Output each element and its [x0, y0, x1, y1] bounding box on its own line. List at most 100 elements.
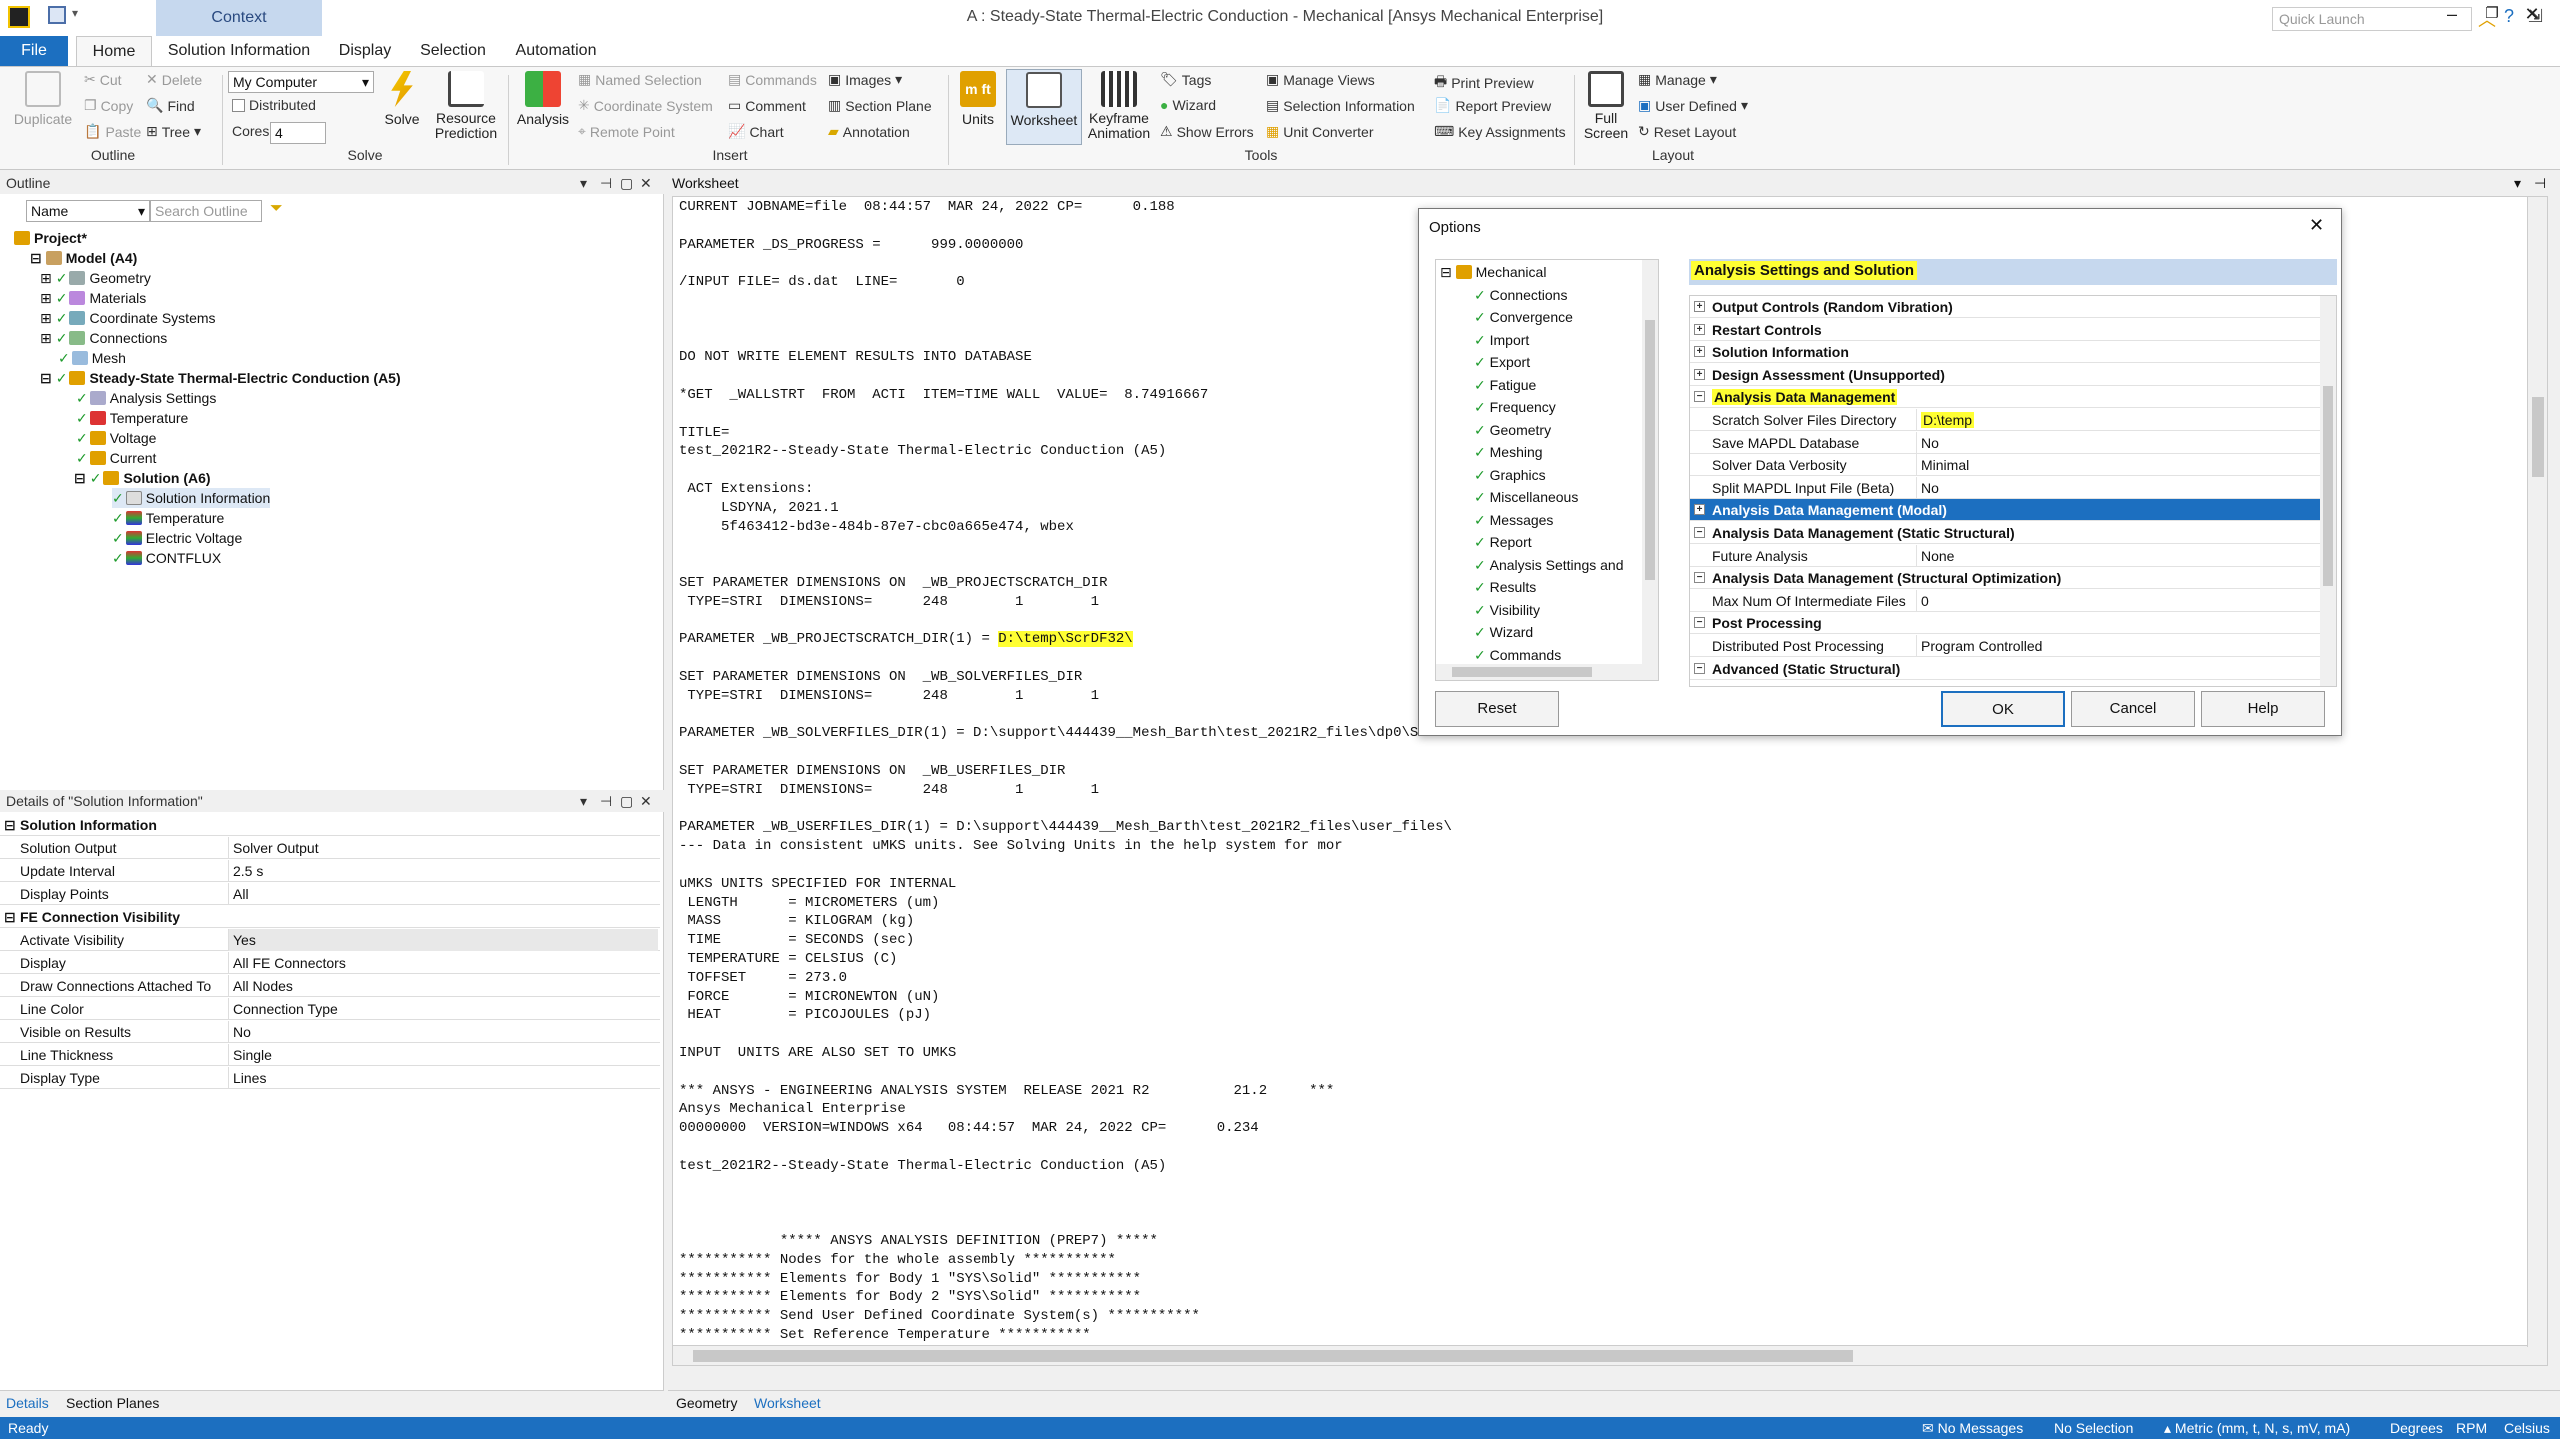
tree-item-project[interactable]: Project*	[14, 228, 87, 248]
option-value[interactable]: None	[1916, 544, 2316, 567]
duplicate-button[interactable]: Duplicate	[8, 71, 78, 127]
category-item[interactable]: ✓ Convergence	[1474, 309, 1573, 326]
tree-item-contflux[interactable]: ✓ CONTFLUX	[112, 548, 221, 568]
category-item[interactable]: ✓ Geometry	[1474, 422, 1551, 439]
option-category[interactable]: + Design Assessment (Unsupported)	[1690, 364, 2320, 386]
category-item[interactable]: ✓ Messages	[1474, 512, 1553, 529]
save-icon[interactable]	[48, 6, 66, 24]
remote-point-button[interactable]: ⌖ Remote Point	[578, 123, 675, 140]
pin-icon[interactable]: ⊣	[2534, 172, 2546, 194]
chart-button[interactable]: 📈 Chart	[728, 123, 784, 140]
details-row[interactable]: Update Interval 2.5 s	[0, 860, 660, 882]
category-item[interactable]: ✓ Meshing	[1474, 444, 1543, 461]
tab-display[interactable]: Display	[330, 36, 400, 66]
category-item[interactable]: ✓ Visibility	[1474, 602, 1540, 619]
selection-information-button[interactable]: ▤ Selection Information	[1266, 97, 1415, 114]
option-row[interactable]: Solver Data Verbosity Minimal	[1690, 454, 2320, 477]
property-value[interactable]: Yes	[228, 929, 658, 951]
section-plane-button[interactable]: ▥ Section Plane	[828, 97, 932, 114]
option-value[interactable]: D:\temp	[1916, 409, 2316, 431]
category-item[interactable]: ✓ Results	[1474, 579, 1536, 596]
details-row[interactable]: Visible on Results No	[0, 1021, 660, 1043]
distributed-checkbox[interactable]: Distributed	[232, 97, 316, 113]
tree-item-solution-information[interactable]: ✓ Solution Information	[112, 488, 271, 508]
tree-item-current[interactable]: ✓ Current	[76, 448, 156, 468]
option-row[interactable]: Split MAPDL Input File (Beta) No	[1690, 476, 2320, 499]
ansys-app-icon[interactable]	[8, 6, 30, 28]
minimize-icon[interactable]: –	[2432, 0, 2472, 28]
option-row[interactable]: Max Num Of Intermediate Files 0	[1690, 589, 2320, 612]
maximize-icon[interactable]: ▢	[620, 790, 633, 812]
quick-access-dropdown-icon[interactable]: ▾	[72, 6, 78, 20]
tab-section-planes[interactable]: Section Planes	[66, 1395, 159, 1411]
option-category[interactable]: + Solution Information	[1690, 341, 2320, 364]
option-category[interactable]: − Analysis Data Management (Structural Op…	[1690, 567, 2320, 590]
analysis-button[interactable]: Analysis	[514, 71, 572, 127]
messages-status[interactable]: ✉ No Messages	[1922, 1417, 2023, 1439]
property-value[interactable]: All	[228, 883, 658, 905]
report-preview-button[interactable]: 📄 Report Preview	[1434, 97, 1551, 114]
tab-worksheet[interactable]: Worksheet	[754, 1395, 821, 1411]
worksheet-button[interactable]: Worksheet	[1006, 69, 1082, 145]
tree-item-materials[interactable]: ⊞ ✓ Materials	[40, 288, 146, 308]
collapse-icon[interactable]: −	[1694, 572, 1705, 584]
category-item[interactable]: ⊟ Mechanical	[1440, 264, 1546, 281]
cut-button[interactable]: ✂ Cut	[84, 71, 122, 88]
named-selection-button[interactable]: ▦ Named Selection	[578, 71, 702, 88]
keyframe-animation-button[interactable]: Keyframe Animation	[1086, 71, 1152, 141]
property-value[interactable]: 2.5 s	[228, 860, 658, 882]
scrollbar-thumb[interactable]	[1452, 667, 1592, 677]
scrollbar-thumb[interactable]	[693, 1350, 1853, 1362]
chevron-down-icon[interactable]: ▾	[580, 172, 587, 194]
close-icon[interactable]: ✕	[2512, 0, 2552, 28]
option-category[interactable]: − Post Processing	[1690, 612, 2320, 635]
annotation-button[interactable]: ▰ Annotation	[828, 123, 910, 140]
category-item[interactable]: ✓ Wizard	[1474, 624, 1533, 641]
paste-button[interactable]: 📋 Paste	[84, 123, 141, 140]
pin-icon[interactable]: ⊣	[600, 172, 612, 194]
property-value[interactable]: All FE Connectors	[228, 952, 658, 974]
rpm-unit-status[interactable]: RPM	[2456, 1417, 2487, 1439]
tab-file[interactable]: File	[0, 36, 68, 66]
solve-target-select[interactable]: My Computer ▾	[228, 71, 374, 93]
details-group-header[interactable]: ⊟ FE Connection Visibility	[0, 906, 660, 928]
units-button[interactable]: m ft Units	[954, 71, 1002, 127]
scrollbar-thumb[interactable]	[2532, 397, 2544, 477]
property-value[interactable]: Connection Type	[228, 998, 658, 1020]
filter-icon[interactable]: ⏷	[270, 200, 283, 218]
solve-button[interactable]: Solve	[380, 71, 424, 127]
details-row[interactable]: Line Color Connection Type	[0, 998, 660, 1020]
cores-input[interactable]: 4	[270, 122, 326, 144]
category-item[interactable]: ✓ Export	[1474, 354, 1530, 371]
scrollbar-thumb[interactable]	[2323, 386, 2333, 586]
copy-button[interactable]: ❐ Copy	[84, 97, 133, 114]
user-defined-button[interactable]: ▣ User Defined ▾	[1638, 97, 1748, 114]
help-button[interactable]: Help	[2201, 691, 2325, 727]
option-value[interactable]: No	[1916, 476, 2316, 499]
commands-button[interactable]: ▤ Commands	[728, 71, 817, 88]
images-button[interactable]: ▣ Images ▾	[828, 71, 902, 88]
option-category[interactable]: + Output Controls (Random Vibration)	[1690, 296, 2320, 318]
tree-button[interactable]: ⊞ Tree ▾	[146, 123, 201, 140]
tags-button[interactable]: 🏷 Tags	[1160, 71, 1211, 88]
option-category[interactable]: − Advanced (Static Structural)	[1690, 658, 2320, 680]
tree-item-solution[interactable]: ⊟ ✓ Solution (A6)	[74, 468, 211, 488]
details-row[interactable]: Display Type Lines	[0, 1067, 660, 1089]
category-item[interactable]: ✓ Report	[1474, 534, 1532, 551]
outline-name-select[interactable]: Name ▾	[26, 200, 150, 222]
category-item[interactable]: ✓ Commands	[1474, 647, 1561, 664]
horizontal-scrollbar[interactable]	[1436, 664, 1658, 680]
expand-icon[interactable]: +	[1694, 323, 1705, 335]
close-icon[interactable]: ✕	[640, 172, 652, 194]
tree-item-coordinate-systems[interactable]: ⊞ ✓ Coordinate Systems	[40, 308, 216, 328]
collapse-icon[interactable]: −	[1694, 391, 1705, 403]
tree-item-analysis[interactable]: ⊟ ✓ Steady-State Thermal-Electric Conducti…	[40, 368, 401, 388]
cancel-button[interactable]: Cancel	[2071, 691, 2195, 727]
coordinate-system-button[interactable]: ✳ Coordinate System	[578, 97, 713, 114]
option-category[interactable]: − Analysis Data Management	[1690, 386, 2320, 409]
property-value[interactable]: Single	[228, 1044, 658, 1066]
option-category[interactable]: + Restart Controls	[1690, 319, 2320, 341]
details-row[interactable]: Line Thickness Single	[0, 1044, 660, 1066]
vertical-scrollbar[interactable]	[2320, 296, 2336, 686]
option-row[interactable]: Distributed Post Processing Program Contr…	[1690, 635, 2320, 657]
